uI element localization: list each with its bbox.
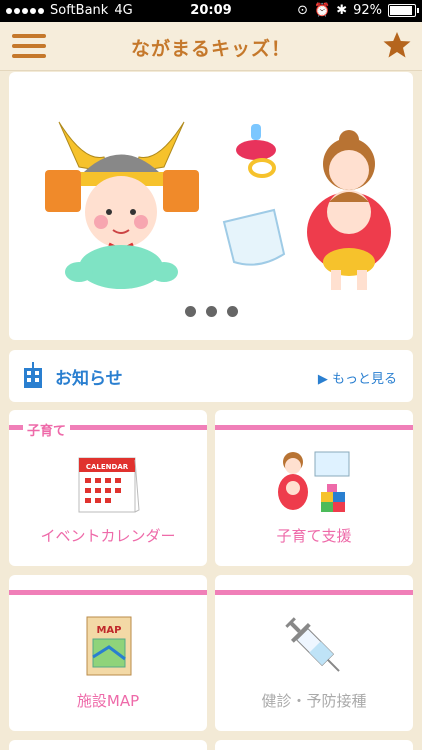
section-divider [9, 590, 207, 595]
section-divider [215, 590, 413, 595]
app-title: ながまるキッズ！ [130, 38, 291, 60]
next-tile-peek [215, 740, 413, 750]
syringe-icon [285, 617, 340, 672]
section-label: 子育て [23, 420, 71, 439]
childcare-support-label: 子育て支援 [276, 527, 352, 545]
alarm-icon: ⏰ [314, 3, 331, 18]
pager-dot[interactable] [226, 306, 238, 317]
favorite-star-icon[interactable] [382, 30, 412, 60]
checkup-vaccination-label: 健診・予防接種 [261, 692, 367, 710]
map-icon-text: MAP [96, 625, 121, 636]
samurai-baby-illustration [45, 121, 199, 289]
next-tile-peek [9, 740, 207, 750]
facility-map-label: 施設MAP [76, 692, 140, 710]
see-more-link[interactable]: ▶ もっと見る [318, 368, 397, 387]
bluetooth-icon: ✱ [336, 3, 348, 18]
calendar-icon: CALENDAR [78, 457, 140, 513]
facility-map-tile[interactable]: MAP 施設MAP [9, 575, 207, 731]
banner-carousel[interactable] [9, 72, 413, 340]
childcare-support-tile[interactable]: 子育て支援 [215, 410, 413, 566]
diaper-illustration [222, 208, 286, 266]
childcare-support-icon [278, 451, 350, 512]
news-label: お知らせ [55, 369, 123, 389]
battery-icon [388, 4, 419, 17]
lock-rotation-icon: ⊙ [297, 3, 308, 18]
section-divider [215, 425, 413, 430]
event-calendar-label: イベントカレンダー [40, 527, 176, 545]
nav-bar: ながまるキッズ！ [0, 22, 422, 71]
mother-baby-illustration [307, 130, 391, 290]
event-calendar-tile[interactable]: 子育て CALENDAR イベントカレンダー [9, 410, 207, 566]
checkup-vaccination-tile[interactable]: 健診・予防接種 [215, 575, 413, 731]
pacifier-illustration [236, 124, 276, 178]
calendar-icon-text: CALENDAR [86, 463, 129, 471]
building-icon [24, 362, 42, 388]
battery-percent: 92% [353, 3, 382, 18]
news-bar[interactable]: お知らせ ▶ もっと見る [9, 350, 413, 402]
pager-dot[interactable] [184, 306, 196, 317]
carousel-pager[interactable] [9, 306, 413, 317]
pager-dot[interactable] [205, 306, 217, 317]
status-bar: SoftBank 4G 20:09 ⊙ ⏰ ✱ 92% [0, 0, 422, 22]
map-icon: MAP [86, 616, 132, 676]
banner-illustration [45, 121, 391, 290]
